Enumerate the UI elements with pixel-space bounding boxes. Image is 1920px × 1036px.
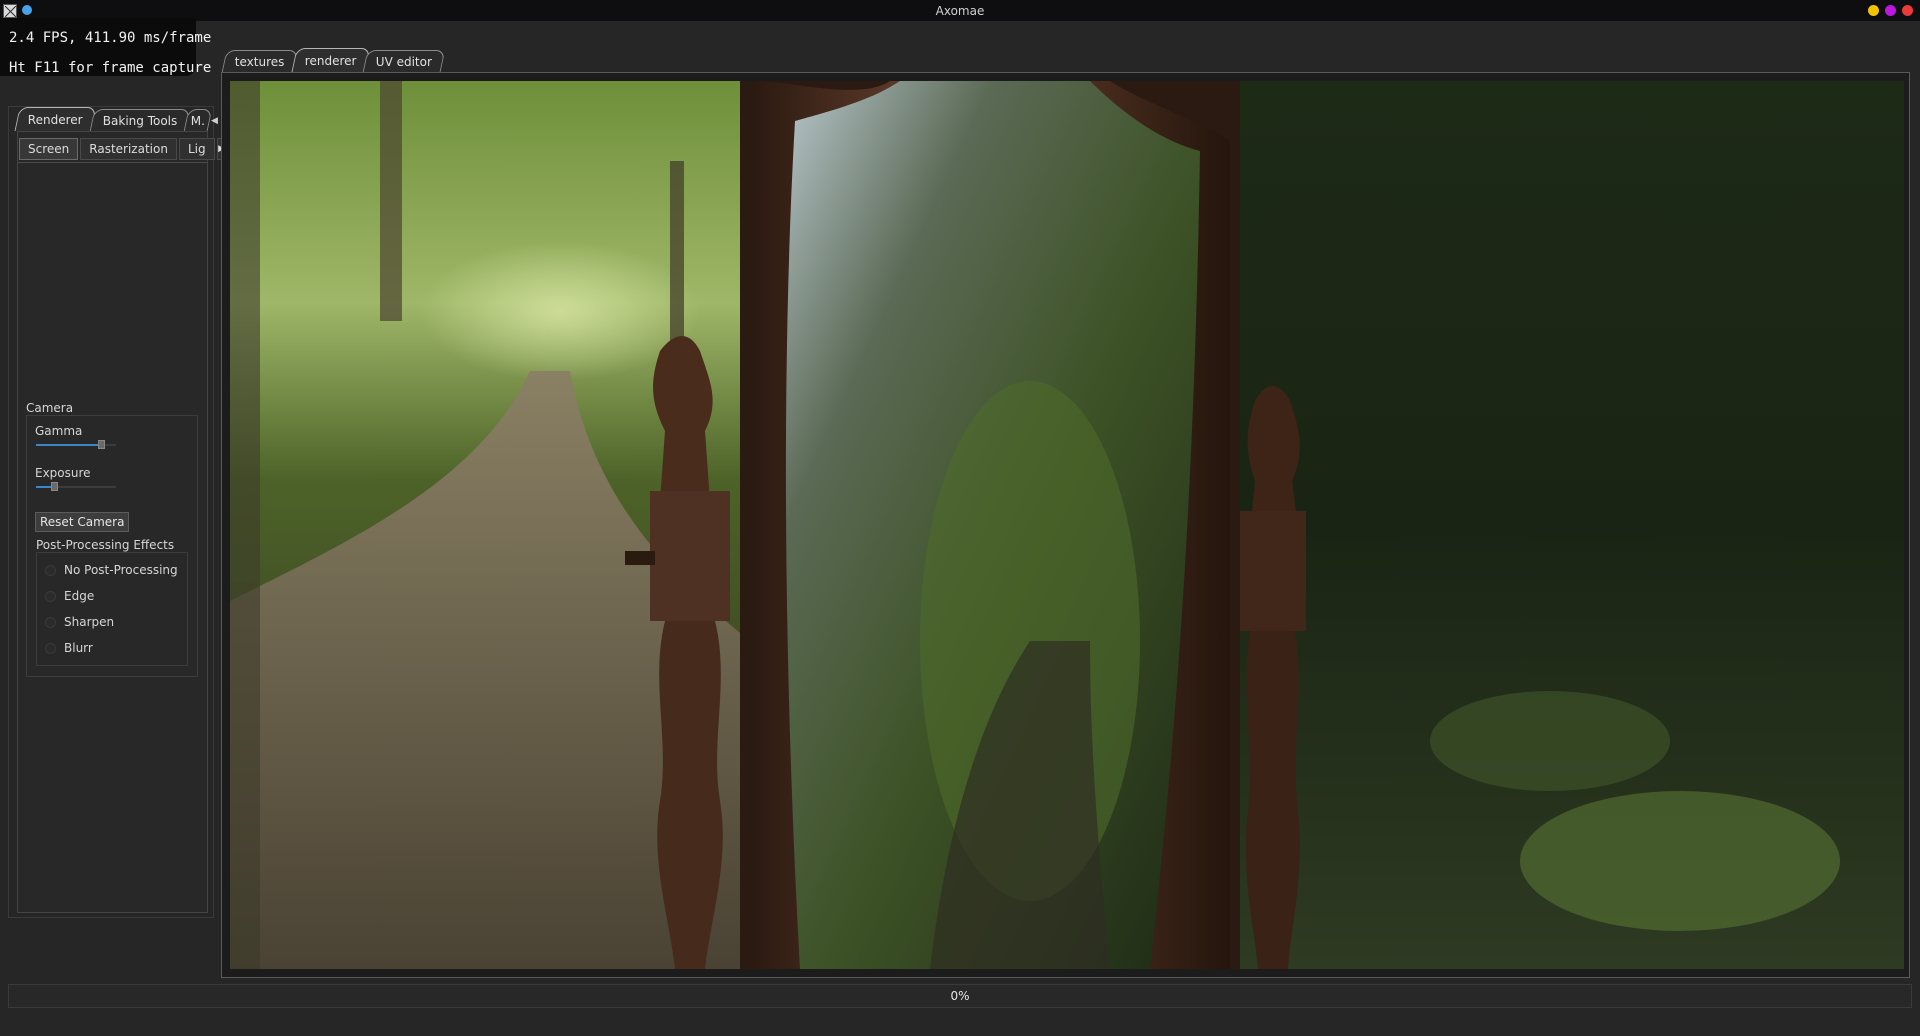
frame-capture-hint: Ht F11 for frame capture xyxy=(9,60,212,76)
renderer-panel: Screen Rasterization Lig ▶ Camera Gamma … xyxy=(17,131,227,913)
renderer-subtab-bar: Screen Rasterization Lig ▶ xyxy=(19,138,229,160)
radio-label: Blurr xyxy=(64,641,93,655)
tab-renderer[interactable]: Renderer xyxy=(14,107,97,131)
subtab-screen[interactable]: Screen xyxy=(19,138,79,160)
window-title: Axomae xyxy=(935,3,985,18)
tool-dock: Renderer Baking Tools M. ◀ ▶ Screen Rast… xyxy=(8,106,230,918)
radio-label: No Post-Processing xyxy=(64,563,178,577)
rendered-scene xyxy=(230,81,1904,969)
fps-readout: 2.4 FPS, 411.90 ms/frame xyxy=(9,30,212,46)
post-processing-label: Post-Processing Effects xyxy=(36,538,175,552)
radio-label: Edge xyxy=(64,589,95,603)
radio-button[interactable] xyxy=(45,616,56,628)
window-minimize-button[interactable] xyxy=(1868,5,1879,16)
radio-no-post-processing[interactable]: No Post-Processing xyxy=(45,563,178,577)
tab-baking-tools[interactable]: Baking Tools xyxy=(89,109,191,131)
render-viewport[interactable] xyxy=(230,81,1904,969)
tab-uv-editor[interactable]: UV editor xyxy=(362,50,446,72)
gamma-slider[interactable] xyxy=(36,440,116,449)
progress-label: 0% xyxy=(950,989,970,1003)
app-status-dot xyxy=(22,5,32,15)
tab-label: Renderer xyxy=(27,112,83,127)
main-tab-bar: textures renderer UV editor xyxy=(221,48,446,72)
tab-textures[interactable]: textures xyxy=(221,50,298,72)
app-icon[interactable] xyxy=(3,4,17,18)
tab-label: textures xyxy=(234,54,285,69)
radio-sharpen[interactable]: Sharpen xyxy=(45,615,114,629)
title-bar: Axomae xyxy=(0,0,1920,21)
slider-handle[interactable] xyxy=(98,440,105,449)
camera-group: Gamma Exposure Reset Camera Post-Process… xyxy=(26,415,198,677)
gamma-label: Gamma xyxy=(35,424,83,438)
reset-camera-button[interactable]: Reset Camera xyxy=(35,512,130,532)
progress-bar: 0% xyxy=(8,984,1912,1008)
radio-label: Sharpen xyxy=(64,615,115,629)
tab-renderer-main[interactable]: renderer xyxy=(291,48,370,72)
radio-edge[interactable]: Edge xyxy=(45,589,94,603)
subtab-lighting[interactable]: Lig xyxy=(178,138,215,160)
radio-button[interactable] xyxy=(45,590,56,602)
exposure-slider[interactable] xyxy=(36,482,116,491)
subtab-rasterization[interactable]: Rasterization xyxy=(80,138,177,160)
camera-section-label: Camera xyxy=(26,401,74,415)
window-maximize-button[interactable] xyxy=(1885,5,1896,16)
post-processing-options: No Post-Processing Edge Sharpen Blurr xyxy=(36,552,188,666)
radio-button[interactable] xyxy=(45,564,56,576)
tab-label: UV editor xyxy=(376,54,433,69)
fps-overlay: 2.4 FPS, 411.90 ms/frame Ht F11 for fram… xyxy=(0,18,212,76)
viewport-frame xyxy=(221,72,1910,978)
dock-tab-bar: Renderer Baking Tools M. ◀ ▶ xyxy=(14,107,232,131)
slider-fill xyxy=(36,444,98,446)
tab-label: renderer xyxy=(304,53,357,68)
radio-button[interactable] xyxy=(45,642,56,654)
window-close-button[interactable] xyxy=(1902,5,1913,16)
slider-handle[interactable] xyxy=(51,482,58,491)
tab-label: M. xyxy=(191,113,206,128)
radio-blurr[interactable]: Blurr xyxy=(45,641,93,655)
slider-fill xyxy=(36,486,51,488)
exposure-label: Exposure xyxy=(35,466,91,480)
tab-label: Baking Tools xyxy=(102,113,178,128)
screen-settings: Camera Gamma Exposure Reset Camera Post-… xyxy=(18,162,207,910)
